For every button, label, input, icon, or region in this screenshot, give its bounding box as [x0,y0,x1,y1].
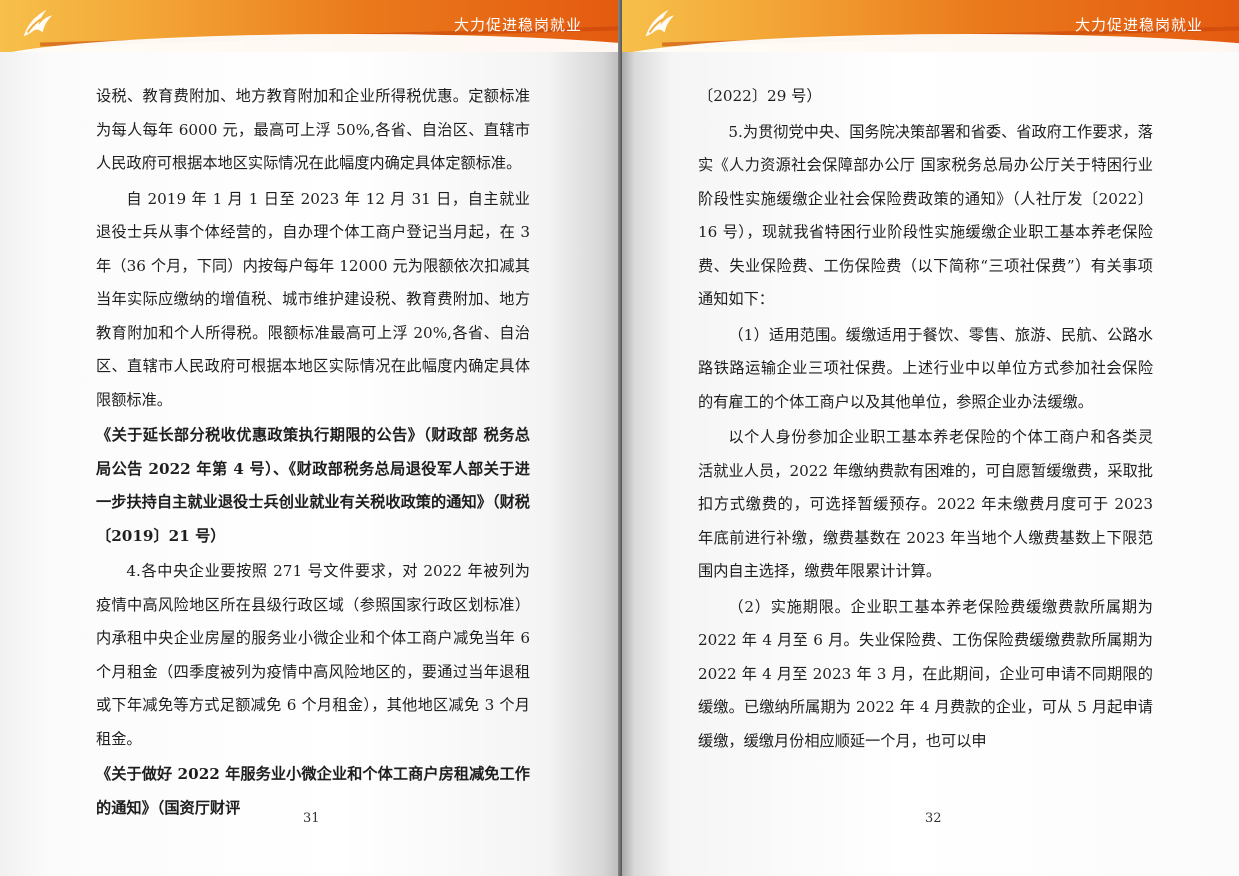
page-header: 大力促进稳岗就业 [0,0,622,52]
book-spread: 大力促进稳岗就业 设税、教育费附加、地方教育附加和企业所得税优惠。定额标准为每人… [0,0,1239,876]
paragraph: 〔2022〕29 号） [698,87,822,105]
header-band [0,34,622,52]
left-page-body: 设税、教育费附加、地方教育附加和企业所得税优惠。定额标准为每人每年 6000 元… [96,80,530,827]
paragraph: 以个人身份参加企业职工基本养老保险的个体工商户和各类灵活就业人员，2022 年缴… [698,428,1153,580]
header-title: 大力促进稳岗就业 [453,16,582,34]
page-header: 大力促进稳岗就业 [622,0,1239,52]
phoenix-logo-icon [23,9,53,37]
paragraph: 设税、教育费附加、地方教育附加和企业所得税优惠。定额标准为每人每年 6000 元… [96,87,530,172]
header-band [622,34,1239,52]
policy-reference: 《关于延长部分税收优惠政策执行期限的公告》（财政部 税务总局公告 2022 年第… [96,426,530,545]
phoenix-logo-icon [645,9,675,37]
right-page: 大力促进稳岗就业 〔2022〕29 号） 5.为贯彻党中央、国务院决策部署和省委… [622,0,1239,876]
paragraph: 5.为贯彻党中央、国务院决策部署和省委、省政府工作要求，落实《人力资源社会保障部… [698,122,1153,309]
left-page: 大力促进稳岗就业 设税、教育费附加、地方教育附加和企业所得税优惠。定额标准为每人… [0,0,622,876]
paragraph: （1）适用范围。缓缴适用于餐饮、零售、旅游、民航、公路水路铁路运输企业三项社保费… [698,325,1153,411]
header-title: 大力促进稳岗就业 [1074,16,1203,34]
paragraph: 自 2019 年 1 月 1 日至 2023 年 12 月 31 日，自主就业退… [96,189,530,409]
paragraph: 4.各中央企业要按照 271 号文件要求，对 2022 年被列为疫情中高风险地区… [96,562,530,748]
right-page-body: 〔2022〕29 号） 5.为贯彻党中央、国务院决策部署和省委、省政府工作要求，… [698,80,1153,760]
page-number: 31 [303,811,320,826]
paragraph: （2）实施期限。企业职工基本养老保险费缓缴费款所属期为 2022 年 4 月至 … [698,597,1153,750]
page-number: 32 [925,811,942,826]
